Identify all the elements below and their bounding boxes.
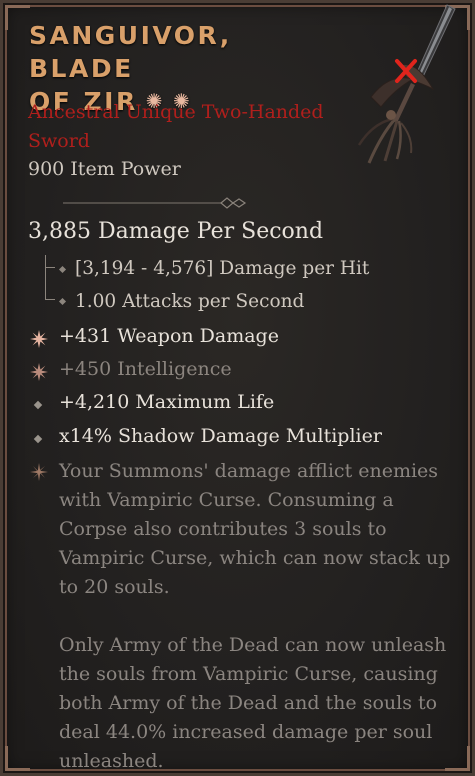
unique-power-text: Your Summons' damage afflict enemies wit… <box>59 457 459 776</box>
item-tooltip: SANGUIVOR, BLADE OF ZIR ✺ ✺ Ancestral Uniq… <box>0 0 475 776</box>
bullet-icon <box>58 265 67 274</box>
stat-bracket <box>45 299 55 300</box>
item-power: 900 Item Power <box>28 158 181 180</box>
unique-star-icon <box>30 463 48 481</box>
unique-power-line: to 20 souls. <box>59 576 170 598</box>
stat-bracket <box>45 255 46 299</box>
item-name-line1: SANGUIVOR, BLADE <box>29 21 232 83</box>
damage-per-hit: [3,194 - 4,576] Damage per Hit <box>75 258 370 279</box>
unique-power-line: deal 44.0% increased damage per soul <box>59 721 433 743</box>
unique-power-line: Corpse also contributes 3 souls to <box>59 518 387 540</box>
implicit-flower-icon <box>30 330 48 348</box>
unique-power-line: both Army of the Dead and the souls to <box>59 692 438 714</box>
affix-shadow-damage: x14% Shadow Damage Multiplier <box>59 425 382 447</box>
bullet-icon <box>58 297 67 306</box>
diamond-bullet-icon <box>33 434 43 444</box>
unique-power-line: Only Army of the Dead can now unleash <box>59 634 447 656</box>
unique-power-line: Vampiric Curse, which can now stack up <box>59 547 451 569</box>
frame-corner <box>5 746 30 771</box>
dps-value: 3,885 Damage Per Second <box>28 219 324 244</box>
implicit-flower-icon <box>30 363 48 381</box>
sword-icon <box>357 4 456 164</box>
unique-power-line: Your Summons' damage afflict enemies <box>59 460 439 482</box>
item-type-line1: Ancestral Unique Two-Handed <box>28 101 324 123</box>
affix-intelligence: +450 Intelligence <box>59 358 232 380</box>
section-divider <box>63 197 247 209</box>
unique-power-line: unleashed. <box>59 750 164 772</box>
stat-bracket <box>45 267 55 268</box>
affix-weapon-damage: +431 Weapon Damage <box>59 325 279 347</box>
unique-power-line: with Vampiric Curse. Consuming a <box>59 489 394 511</box>
unique-power-line: the souls from Vampiric Curse, causing <box>59 663 438 685</box>
item-type-line2: Sword <box>28 130 90 152</box>
frame-corner <box>5 5 30 30</box>
attacks-per-second: 1.00 Attacks per Second <box>75 291 305 312</box>
affix-maximum-life: +4,210 Maximum Life <box>59 391 275 413</box>
diamond-bullet-icon <box>33 400 43 410</box>
item-type: Ancestral Unique Two-Handed Sword <box>28 98 348 156</box>
